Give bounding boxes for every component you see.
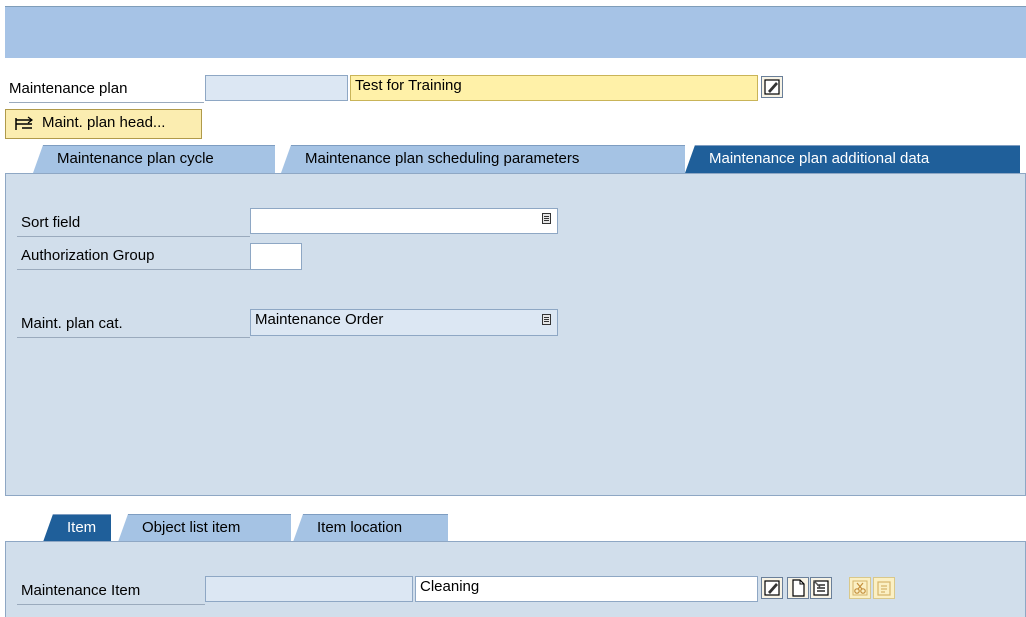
tab-additional-data[interactable]: Maintenance plan additional data [685, 145, 1020, 173]
maintenance-plan-label: Maintenance plan [9, 80, 128, 97]
create-document-icon [792, 579, 805, 597]
cut-icon [852, 580, 868, 596]
tab-label: Object list item [142, 519, 241, 536]
tab-scheduling-parameters[interactable]: Maintenance plan scheduling parameters [281, 145, 685, 173]
value-help-icon[interactable] [542, 213, 551, 224]
plan-category-value: Maintenance Order [255, 311, 384, 328]
plan-label-underline [9, 102, 204, 103]
auth-group-underline [17, 269, 250, 270]
tab-item[interactable]: Item [43, 514, 111, 542]
sort-field-label: Sort field [21, 214, 81, 231]
edit-icon [764, 79, 780, 95]
value-help-icon[interactable] [542, 314, 551, 325]
paste-item-button[interactable] [873, 577, 895, 599]
maintenance-item-label: Maintenance Item [21, 582, 141, 599]
tab-label: Maintenance plan additional data [709, 150, 930, 167]
maint-plan-category-label: Maint. plan cat. [21, 315, 123, 332]
tab-maintenance-plan-cycle[interactable]: Maintenance plan cycle [33, 145, 275, 173]
cut-item-button[interactable] [849, 577, 871, 599]
tab-label: Maintenance plan scheduling parameters [305, 150, 580, 167]
authorization-group-label: Authorization Group [21, 247, 155, 264]
sort-field-input[interactable] [250, 208, 558, 234]
paste-icon [877, 581, 891, 596]
item-edit-text-button[interactable] [761, 577, 783, 599]
maintenance-plan-number-field[interactable] [205, 75, 348, 101]
header-button-label: Maint. plan head... [42, 114, 166, 131]
application-toolbar [5, 6, 1026, 58]
header-details-icon [15, 116, 33, 130]
item-label-underline [17, 604, 205, 605]
create-item-button[interactable] [787, 577, 809, 599]
maintenance-item-text-field[interactable]: Cleaning [415, 576, 758, 602]
tab-label: Item [67, 519, 97, 536]
edit-text-button[interactable] [761, 76, 783, 98]
tab-item-location[interactable]: Item location [293, 514, 448, 542]
authorization-group-input[interactable] [250, 243, 302, 270]
tab-object-list-item[interactable]: Object list item [118, 514, 291, 542]
plan-cat-underline [17, 337, 250, 338]
sort-field-underline [17, 236, 250, 237]
select-item-button[interactable] [810, 577, 832, 599]
maintenance-item-number-field[interactable] [205, 576, 413, 602]
tab-label: Maintenance plan cycle [57, 150, 214, 167]
edit-icon [764, 580, 780, 596]
tab-label: Item location [317, 519, 403, 536]
maint-plan-category-dropdown[interactable]: Maintenance Order [250, 309, 558, 336]
maint-plan-header-button[interactable]: Maint. plan head... [5, 109, 202, 139]
select-item-icon [813, 580, 829, 596]
maintenance-plan-text-field[interactable]: Test for Training [350, 75, 758, 101]
